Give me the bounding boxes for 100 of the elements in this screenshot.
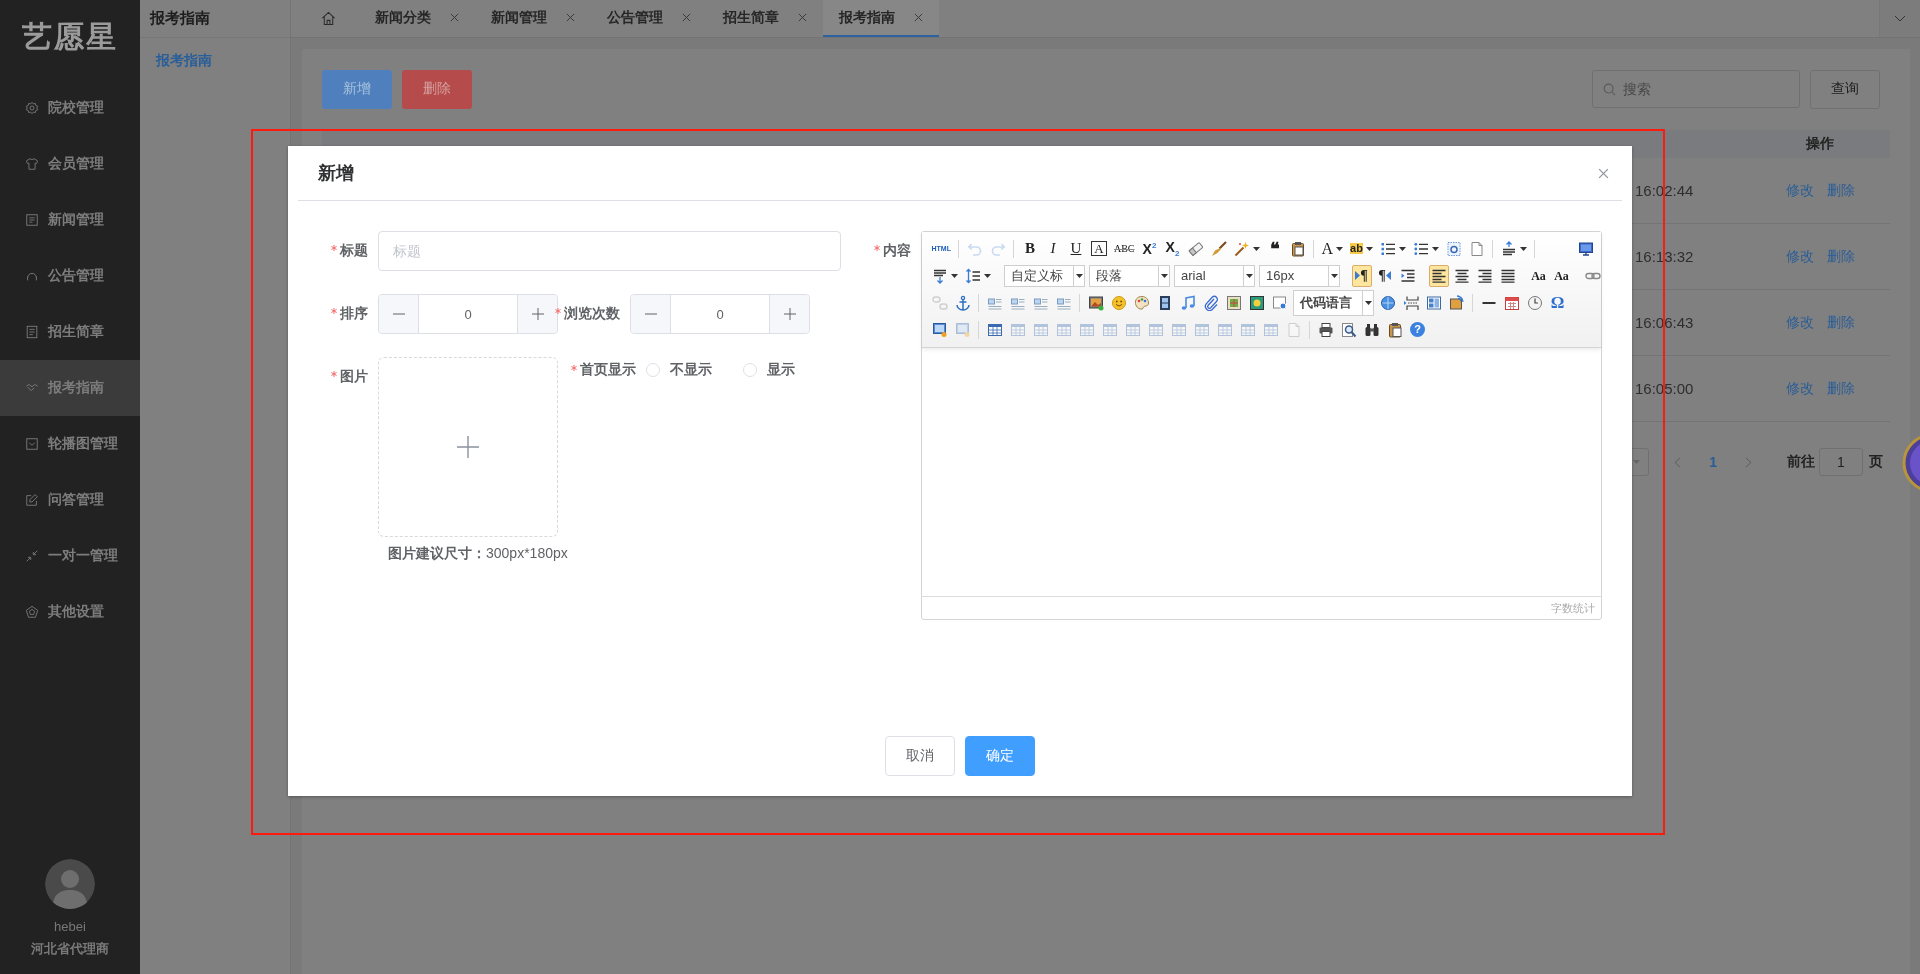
delete-button[interactable]: 删除 xyxy=(402,69,472,109)
radio-icon[interactable] xyxy=(646,363,660,377)
chevron-down-icon[interactable] xyxy=(1894,15,1906,22)
fontborder-button[interactable]: A xyxy=(1088,237,1109,260)
page-input[interactable]: 1 xyxy=(1819,448,1863,476)
calendar-icon xyxy=(1503,294,1520,311)
floating-button[interactable] xyxy=(1902,434,1920,492)
align-center-icon xyxy=(1453,267,1470,284)
query-button[interactable]: 查询 xyxy=(1810,69,1880,109)
dropdown[interactable]: arial xyxy=(1174,264,1255,287)
sub-menu-title: 报考指南 xyxy=(150,9,210,28)
column-header: 操作 xyxy=(1806,135,1834,153)
caret-icon xyxy=(1160,273,1168,278)
dropdown[interactable]: 段落 xyxy=(1089,264,1170,287)
line-height-icon xyxy=(964,267,981,284)
indent-icon xyxy=(1399,267,1416,284)
paperclip-icon xyxy=(1202,294,1219,311)
confirm-button[interactable]: 确定 xyxy=(965,736,1035,776)
caret-icon xyxy=(983,273,991,278)
tab[interactable]: 新闻分类 xyxy=(359,0,475,37)
dropdown[interactable]: 代码语言 xyxy=(1293,289,1374,316)
sidebar-item[interactable]: 会员管理 xyxy=(0,136,140,192)
number-stepper[interactable]: 0 xyxy=(630,294,810,334)
sidebar-item[interactable]: 报考指南 xyxy=(0,360,140,416)
ltr-button[interactable]: ¶ xyxy=(1351,264,1372,287)
search-icon xyxy=(1603,83,1616,96)
tab[interactable]: 报考指南 xyxy=(823,0,939,37)
increment-button[interactable] xyxy=(769,295,809,333)
sidebar-item[interactable]: 院校管理 xyxy=(0,80,140,136)
user-role: 河北省代理商 xyxy=(31,940,109,958)
omega-button[interactable]: Ω xyxy=(1547,291,1568,314)
page-icon xyxy=(1285,321,1302,338)
caret-icon xyxy=(950,273,958,278)
rtl-button[interactable]: ¶ xyxy=(1374,264,1395,287)
caret-icon xyxy=(1336,246,1344,251)
sup-button[interactable]: X$^{2}$ xyxy=(1139,237,1160,260)
minus-icon xyxy=(644,313,657,315)
caret-icon xyxy=(1252,246,1260,251)
paragraph-spacing-icon xyxy=(1500,240,1517,257)
brush-icon xyxy=(1210,240,1227,257)
search-field[interactable]: 搜索 xyxy=(1592,70,1800,108)
sidebar-item[interactable]: 问答管理 xyxy=(0,472,140,528)
sub-button[interactable]: X$_{2}$ xyxy=(1162,237,1183,260)
increment-button[interactable] xyxy=(517,295,557,333)
broken-link-icon xyxy=(931,294,948,311)
word-count: 字数统计 xyxy=(1551,600,1595,616)
template-icon xyxy=(1425,294,1442,311)
dotted-square-icon xyxy=(1445,240,1462,257)
tab[interactable]: 公告管理 xyxy=(591,0,707,37)
caret-icon xyxy=(1519,246,1527,251)
close-icon[interactable] xyxy=(450,13,459,22)
title-input[interactable]: 标题 xyxy=(378,231,841,271)
quote-button[interactable]: ❝ xyxy=(1264,237,1285,260)
caret-icon xyxy=(1245,273,1253,278)
close-icon[interactable] xyxy=(566,13,575,22)
italic-button[interactable]: I xyxy=(1042,237,1063,260)
sidebar-item[interactable]: 招生简章 xyxy=(0,304,140,360)
background-icon xyxy=(1448,294,1465,311)
smiley-icon xyxy=(1110,294,1127,311)
sidebar-item[interactable]: 轮播图管理 xyxy=(0,416,140,472)
backcolor-button[interactable]: ab xyxy=(1348,237,1375,260)
radio-option[interactable]: 显示 xyxy=(743,361,795,379)
radio-icon[interactable] xyxy=(743,363,757,377)
close-icon[interactable] xyxy=(1598,167,1609,179)
tab[interactable]: 新闻管理 xyxy=(475,0,591,37)
sidebar-item[interactable]: 一对一管理 xyxy=(0,528,140,584)
menu-icon xyxy=(25,437,39,451)
field-label: 内容 xyxy=(883,242,911,260)
user-name: hebei xyxy=(54,919,86,934)
underline-button[interactable]: U xyxy=(1065,237,1086,260)
number-stepper[interactable]: 0 xyxy=(378,294,558,334)
home-icon[interactable] xyxy=(320,11,336,26)
triangle-icon xyxy=(1385,271,1391,280)
lowercase-button[interactable]: Aa xyxy=(1551,264,1572,287)
close-icon[interactable] xyxy=(914,13,923,22)
caret-icon xyxy=(1431,246,1439,251)
image-icon xyxy=(1087,294,1104,311)
caret-icon xyxy=(1330,273,1338,278)
align-left-button[interactable] xyxy=(1428,264,1449,287)
image-import-icon xyxy=(954,321,971,338)
plus-icon xyxy=(531,308,544,320)
table-icon xyxy=(1170,321,1187,338)
close-icon[interactable] xyxy=(682,13,691,22)
cancel-button[interactable]: 取消 xyxy=(885,736,955,776)
sidebar-item[interactable]: 公告管理 xyxy=(0,248,140,304)
row-spacing-icon xyxy=(931,267,948,284)
tab[interactable]: 招生简章 xyxy=(707,0,823,37)
add-button[interactable]: 新增 xyxy=(322,69,392,109)
uppercase-button[interactable]: Aa xyxy=(1528,264,1549,287)
bold-button[interactable]: B xyxy=(1019,237,1040,260)
dropdown[interactable]: 16px xyxy=(1259,264,1340,287)
forecolor-button[interactable]: A xyxy=(1319,237,1346,260)
printer-icon xyxy=(1317,321,1334,338)
table-icon xyxy=(1193,321,1210,338)
close-icon[interactable] xyxy=(798,13,807,22)
help-button[interactable]: ? xyxy=(1407,318,1428,341)
dropdown[interactable]: 自定义标 xyxy=(1004,264,1085,287)
radio-option[interactable]: 不显示 xyxy=(646,361,712,379)
sidebar-item[interactable]: 新闻管理 xyxy=(0,192,140,248)
sidebar-item[interactable]: 其他设置 xyxy=(0,584,140,640)
